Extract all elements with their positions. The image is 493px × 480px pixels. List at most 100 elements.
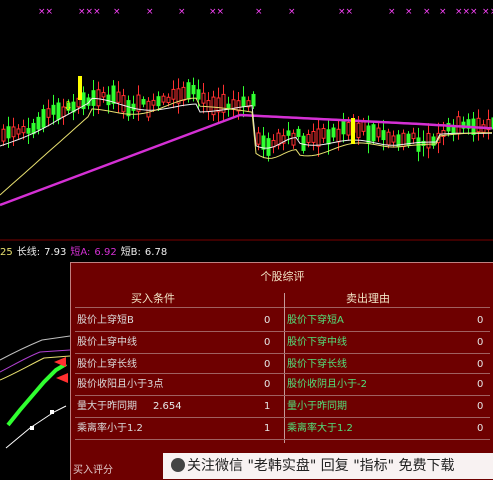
signal-marker: ×× (338, 7, 353, 17)
shortA-value: 6.92 (94, 247, 117, 258)
candle-body (96, 89, 101, 107)
sell-reason-label: 股价下穿中线 (287, 337, 347, 348)
buy-condition-label: 乘离率小于1.2 (77, 423, 143, 434)
candle-body (6, 126, 11, 139)
candle-body (151, 99, 156, 106)
buy-condition-label: 股价上穿短B (77, 315, 134, 326)
candle-body (191, 84, 196, 95)
candle-body (411, 132, 416, 140)
sell-reason-label: 乘离率大于1.2 (287, 423, 353, 434)
sell-reason-value: 0 (477, 337, 484, 348)
candle-body (346, 122, 351, 136)
sell-reason-value: 0 (477, 379, 484, 390)
candle-body (376, 127, 381, 138)
candle-body (476, 117, 481, 133)
candle-body (366, 125, 371, 144)
indicator-value0: 25 (0, 247, 13, 258)
long-value: 7.93 (44, 247, 67, 258)
candle-body (261, 135, 266, 150)
buy-condition-extra: 2.654 (153, 401, 182, 412)
candle-body (386, 131, 391, 146)
candle-body (161, 95, 166, 103)
buy-condition-label: 量大于昨同期 (77, 401, 137, 412)
candle-body (296, 128, 301, 138)
candle-body (36, 116, 41, 130)
candle-body (361, 121, 366, 132)
candle-body (186, 82, 191, 100)
candle-body (126, 100, 131, 117)
long-label: 长线: (16, 247, 41, 258)
buy-condition-value: 0 (264, 359, 271, 370)
candle-body (146, 100, 151, 118)
sell-reason-label: 股价下穿长线 (287, 359, 347, 370)
yellow-bar (351, 118, 355, 144)
candle-body (106, 94, 111, 106)
candle-body (196, 89, 201, 100)
candle-body (251, 93, 256, 107)
sell-header: 卖出理由 (346, 292, 390, 305)
candle-body (216, 97, 221, 113)
buy-condition-value: 0 (264, 315, 271, 326)
candle-body (156, 96, 161, 107)
candle-body (101, 92, 106, 98)
candle-body (266, 138, 271, 156)
candle-body (111, 85, 116, 104)
signal-marker: × (405, 7, 413, 17)
signal-marker: × (482, 7, 490, 17)
candle-body (211, 96, 216, 116)
candlestick-series (1, 77, 493, 162)
candle-body (141, 99, 146, 105)
sell-reason-value: 0 (477, 359, 484, 370)
shortB-value: 6.78 (144, 247, 168, 258)
candle-body (241, 96, 246, 107)
candle-body (236, 100, 241, 112)
candle-body (116, 91, 121, 103)
candle-body (326, 129, 331, 145)
candle-body (371, 124, 376, 142)
signal-marker: × (255, 7, 263, 17)
wechat-icon (171, 458, 185, 472)
candle-body (46, 108, 51, 118)
buy-condition-label: 股价收阳且小于3点 (77, 379, 164, 390)
candle-body (381, 130, 386, 141)
buy-condition-value: 1 (264, 401, 271, 412)
buy-condition-value: 0 (264, 379, 271, 390)
candle-body (286, 130, 291, 136)
lower-indicator (0, 335, 71, 449)
buy-header: 买入条件 (131, 292, 175, 305)
buy-condition-label: 股价上穿长线 (77, 359, 137, 370)
stock-review-panel: 个股综评 买入条件 卖出理由 股价上穿短B 0 股价上穿中线 0 股价上穿长线 0 股价收阳… (70, 262, 493, 480)
signal-marker: × (388, 7, 396, 17)
candle-body (171, 88, 176, 100)
watermark-text: 关注微信 "老韩实盘" 回复 "指标" 免费下载 (187, 458, 455, 474)
candle-body (276, 132, 281, 146)
candle-body (21, 125, 26, 134)
candle-body (11, 126, 16, 138)
candle-body (391, 135, 396, 143)
panel-title: 个股综评 (260, 270, 305, 283)
candle-body (131, 103, 136, 111)
sell-reason-label: 量小于昨同期 (287, 401, 347, 412)
watermark-banner: 关注微信 "老韩实盘" 回复 "指标" 免费下载 (163, 453, 493, 479)
candle-body (301, 135, 306, 151)
candle-body (316, 128, 321, 147)
candle-body (306, 133, 311, 143)
candle-body (341, 121, 346, 135)
candle-body (311, 130, 316, 143)
sell-reason-label: 股价下穿短A (287, 315, 344, 326)
yellow-bar (78, 76, 82, 100)
candle-body (181, 86, 186, 101)
signal-markers-row: ××××××××××××××××××××××× (38, 7, 493, 17)
candle-body (426, 132, 431, 149)
candle-body (16, 128, 21, 135)
arrow-down-icon: ⇩ (63, 99, 73, 113)
candle-body (336, 128, 341, 143)
signal-marker: ×× (209, 7, 224, 17)
signal-marker: × (288, 7, 296, 17)
sell-reason-label: 股价收阴且小于-2 (287, 379, 367, 390)
candle-body (356, 122, 361, 139)
candle-body (1, 128, 6, 142)
candle-body (206, 100, 211, 113)
column-divider (284, 293, 285, 443)
signal-marker: × (113, 7, 121, 17)
